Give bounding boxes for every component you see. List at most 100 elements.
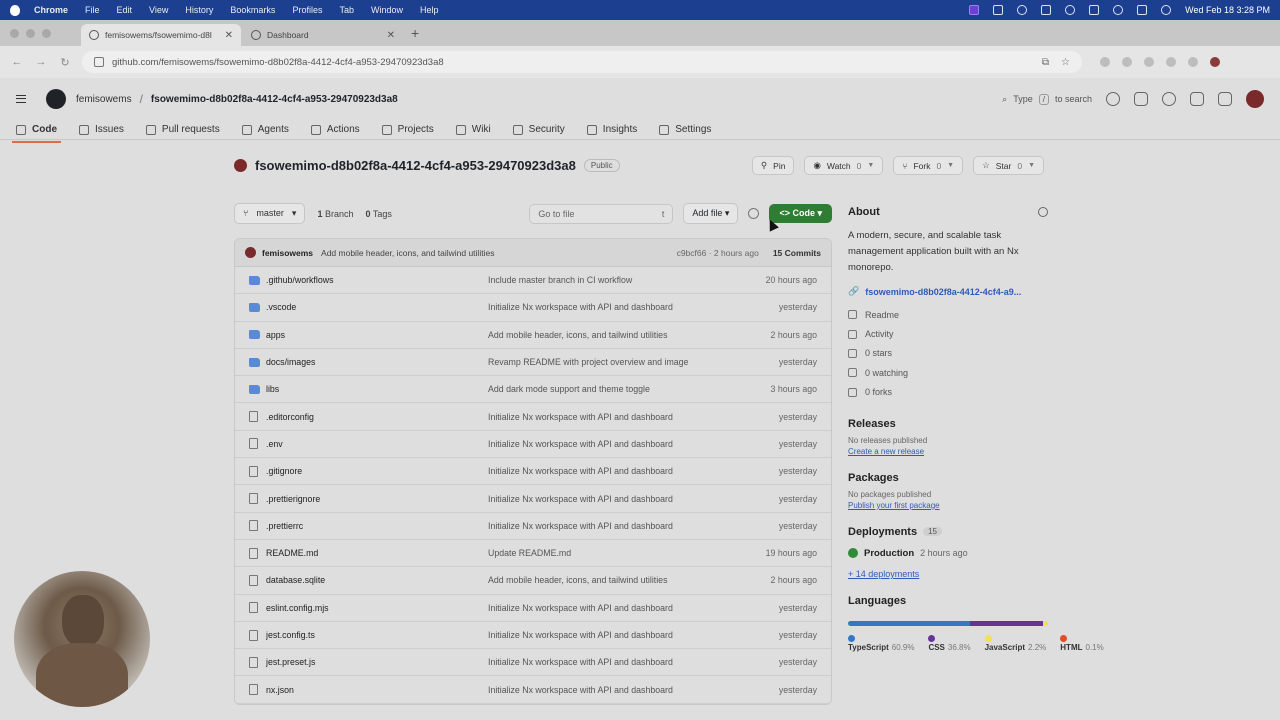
tab-insights[interactable]: Insights xyxy=(586,120,637,140)
file-commit-message[interactable]: Initialize Nx workspace with API and das… xyxy=(488,657,737,667)
file-row[interactable]: .prettierignore Initialize Nx workspace w… xyxy=(235,485,831,513)
homepage-link[interactable]: 🔗 fsowemimo-d8b02f8a-4412-4cf4-a9... xyxy=(848,286,1048,297)
tab-agents[interactable]: Agents xyxy=(241,120,289,140)
file-commit-message[interactable]: Initialize Nx workspace with API and das… xyxy=(488,302,737,312)
file-row[interactable]: .editorconfig Initialize Nx workspace wit… xyxy=(235,403,831,431)
copilot-icon[interactable] xyxy=(1106,92,1120,106)
watch-button[interactable]: ◉ Watch 0 ▼ xyxy=(804,156,884,175)
file-row[interactable]: .vscode Initialize Nx workspace with API … xyxy=(235,294,831,322)
extension-icon[interactable] xyxy=(1122,57,1132,67)
inbox-icon[interactable] xyxy=(1218,92,1232,106)
search-input[interactable]: ⌕ Type / to search xyxy=(1002,93,1092,105)
commits-link[interactable]: 15 Commits xyxy=(773,248,821,258)
create-release-link[interactable]: Create a new release xyxy=(848,447,1048,456)
close-tab-icon[interactable]: ✕ xyxy=(225,30,233,41)
wifi-icon[interactable] xyxy=(1065,5,1076,15)
file-commit-message[interactable]: Add mobile header, icons, and tailwind u… xyxy=(488,330,737,340)
go-to-file-input[interactable]: Go to file t xyxy=(529,203,674,224)
tab-projects[interactable]: Projects xyxy=(381,120,434,140)
file-row[interactable]: .prettierrc Initialize Nx workspace with … xyxy=(235,513,831,540)
battery-icon[interactable] xyxy=(1089,5,1100,15)
file-commit-message[interactable]: Revamp README with project overview and … xyxy=(488,357,737,367)
menu-view[interactable]: View xyxy=(149,5,168,15)
history-icon[interactable] xyxy=(748,208,760,219)
branch-select[interactable]: ⑂ master ▾ xyxy=(234,203,306,224)
file-name[interactable]: apps xyxy=(266,330,488,340)
menu-profiles[interactable]: Profiles xyxy=(292,5,322,15)
file-name[interactable]: README.md xyxy=(266,548,488,558)
file-name[interactable]: .vscode xyxy=(266,302,488,312)
stars-link[interactable]: 0 stars xyxy=(848,344,1048,363)
extension-icon[interactable] xyxy=(1100,57,1110,67)
branches-link[interactable]: 1 Branch xyxy=(317,209,353,219)
file-row[interactable]: database.sqlite Add mobile header, icons,… xyxy=(235,567,831,595)
tab-wiki[interactable]: Wiki xyxy=(455,120,491,140)
menu-tab[interactable]: Tab xyxy=(339,5,354,15)
file-name[interactable]: nx.json xyxy=(266,685,488,695)
language-html[interactable]: HTML 0.1% xyxy=(1060,634,1104,652)
file-name[interactable]: .prettierrc xyxy=(266,521,488,531)
screen-recorder-icon[interactable] xyxy=(969,5,980,15)
file-row[interactable]: eslint.config.mjs Initialize Nx workspace… xyxy=(235,595,831,622)
activity-link[interactable]: Activity xyxy=(848,324,1048,343)
file-row[interactable]: .github/workflows Include master branch i… xyxy=(235,267,831,295)
menubar-clock[interactable]: Wed Feb 18 3:28 PM xyxy=(1185,5,1270,15)
file-row[interactable]: apps Add mobile header, icons, and tailwi… xyxy=(235,322,831,349)
url-text[interactable]: github.com/femisowems/fsowemimo-d8b02f8a… xyxy=(112,57,1030,68)
tab-issues[interactable]: Issues xyxy=(79,120,124,140)
star-button[interactable]: ☆ Star 0 ▼ xyxy=(973,156,1044,175)
browser-tab-github[interactable]: femisowems/fsowemimo-d8l ✕ xyxy=(81,24,241,46)
address-bar[interactable]: github.com/femisowems/fsowemimo-d8b02f8a… xyxy=(82,51,1082,73)
new-tab-icon[interactable]: + xyxy=(411,25,419,41)
commit-message[interactable]: Add mobile header, icons, and tailwind u… xyxy=(321,248,677,258)
file-name[interactable]: libs xyxy=(266,384,488,394)
browser-tab-dashboard[interactable]: Dashboard ✕ xyxy=(243,24,403,46)
file-commit-message[interactable]: Initialize Nx workspace with API and das… xyxy=(488,466,737,476)
profile-avatar[interactable] xyxy=(1210,57,1220,67)
production-deployment[interactable]: Production 2 hours ago xyxy=(848,548,1048,559)
file-commit-message[interactable]: Initialize Nx workspace with API and das… xyxy=(488,494,737,504)
spotlight-icon[interactable] xyxy=(1113,5,1124,15)
file-row[interactable]: docs/images Revamp README with project ov… xyxy=(235,349,831,377)
reload-icon[interactable]: ↻ xyxy=(58,56,72,69)
packages-heading[interactable]: Packages xyxy=(848,472,1048,484)
forks-link[interactable]: 0 forks xyxy=(848,383,1048,402)
close-window-button[interactable] xyxy=(10,28,19,38)
menu-help[interactable]: Help xyxy=(420,5,439,15)
releases-heading[interactable]: Releases xyxy=(848,418,1048,430)
file-row[interactable]: libs Add dark mode support and theme togg… xyxy=(235,376,831,404)
file-name[interactable]: jest.config.ts xyxy=(266,630,488,640)
file-commit-message[interactable]: Initialize Nx workspace with API and das… xyxy=(488,630,737,640)
menu-window[interactable]: Window xyxy=(371,5,403,15)
language-css[interactable]: CSS 36.8% xyxy=(928,634,971,652)
file-commit-message[interactable]: Update README.md xyxy=(488,548,737,558)
file-name[interactable]: .env xyxy=(266,439,488,449)
file-name[interactable]: eslint.config.mjs xyxy=(266,603,488,613)
menu-file[interactable]: File xyxy=(85,5,100,15)
site-info-icon[interactable] xyxy=(94,57,104,67)
commit-hash-time[interactable]: c9bcf66 · 2 hours ago xyxy=(677,248,759,258)
gear-icon[interactable] xyxy=(1038,207,1048,217)
deployments-heading[interactable]: Deployments 15 xyxy=(848,526,1048,538)
menu-bookmarks[interactable]: Bookmarks xyxy=(230,5,275,15)
file-row[interactable]: README.md Update README.md 19 hours ago xyxy=(235,540,831,568)
file-row[interactable]: nx.json Initialize Nx workspace with API … xyxy=(235,676,831,704)
vpn-icon[interactable] xyxy=(1017,5,1028,15)
bookmark-star-icon[interactable]: ☆ xyxy=(1061,57,1070,68)
create-new-icon[interactable] xyxy=(1134,92,1148,106)
apple-icon[interactable] xyxy=(10,4,20,16)
file-name[interactable]: docs/images xyxy=(266,357,488,367)
status-icon[interactable] xyxy=(993,5,1004,15)
more-deployments-link[interactable]: + 14 deployments xyxy=(848,569,1048,579)
file-name[interactable]: jest.preset.js xyxy=(266,657,488,667)
github-logo-icon[interactable] xyxy=(46,89,66,109)
issues-icon[interactable] xyxy=(1162,92,1176,106)
install-app-icon[interactable]: ⧉ xyxy=(1042,57,1049,68)
file-row[interactable]: jest.preset.js Initialize Nx workspace wi… xyxy=(235,649,831,677)
siri-icon[interactable] xyxy=(1161,5,1172,15)
close-tab-icon[interactable]: ✕ xyxy=(387,30,395,41)
file-row[interactable]: .gitignore Initialize Nx workspace with A… xyxy=(235,458,831,486)
minimize-window-button[interactable] xyxy=(26,28,35,38)
tags-link[interactable]: 0 Tags xyxy=(366,209,392,219)
repo-owner-link[interactable]: femisowems xyxy=(76,94,132,105)
